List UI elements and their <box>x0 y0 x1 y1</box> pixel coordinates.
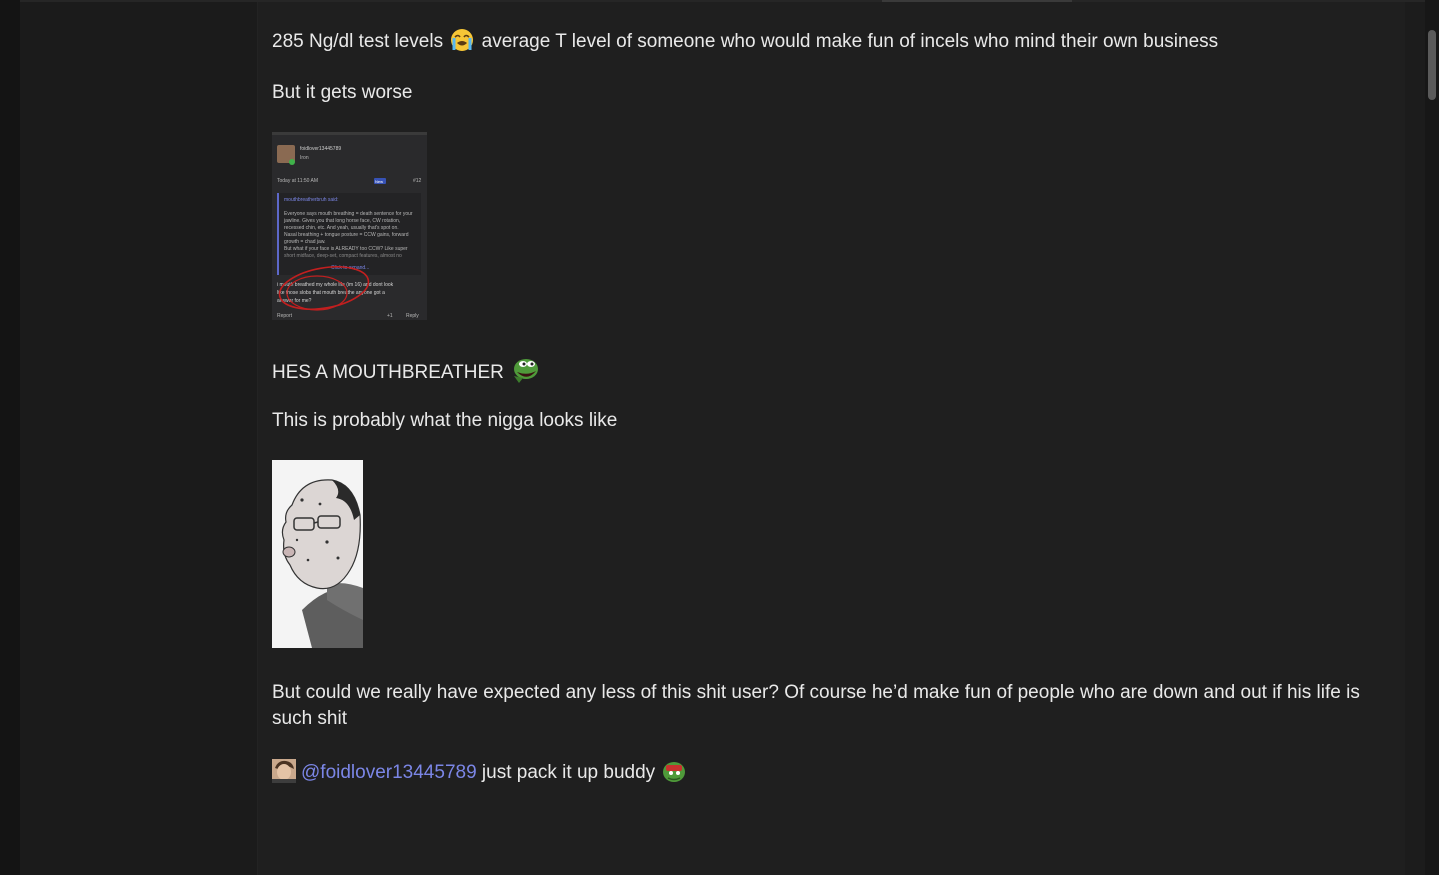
screenshot-quote-line: jawline. Gives you that long horse face,… <box>284 218 401 224</box>
sob-emoji-icon <box>451 29 474 51</box>
screenshot-quote-line: Everyone says mouth breathing = death se… <box>284 211 413 217</box>
post-user-column <box>20 0 258 875</box>
screenshot-timestamp: Today at 11:50 AM <box>277 178 319 184</box>
post-paragraph-5: But could we really have expected any le… <box>272 682 1360 729</box>
mouthbreather-text: HES A MOUTHBREATHER <box>272 362 504 383</box>
post-paragraph-6: @foidlover13445789 just pack it up buddy <box>272 759 688 786</box>
screenshot-attachment[interactable]: foidlover13445789 Iron Today at 11:50 AM… <box>272 132 427 320</box>
left-gutter <box>0 0 20 875</box>
screenshot-like-count: +1 <box>387 313 393 319</box>
screenshot-quote-line: growth = chad jaw. <box>284 239 326 245</box>
screenshot-quote-line: But what if your face is ALREADY too CCW… <box>284 246 408 252</box>
scrollbar-thumb[interactable] <box>1428 30 1436 100</box>
pack-it-up-text: just pack it up buddy <box>481 762 656 783</box>
pepe-cope-emoji-icon <box>663 762 686 782</box>
screenshot-online-dot <box>289 159 295 165</box>
mention-avatar-icon <box>272 759 296 783</box>
screenshot-quote-line: recessed chin, etc. And yeah, usually th… <box>284 225 399 231</box>
average-t-level-text: average T level of someone who would mak… <box>481 31 1219 52</box>
screenshot-quote-line: short midface, deep-set, compact feature… <box>284 253 402 259</box>
wojak-image[interactable] <box>272 460 363 648</box>
screenshot-post-number: #12 <box>413 178 422 184</box>
post-body-column <box>258 0 1405 875</box>
top-divider <box>20 0 1425 2</box>
forum-page: 285 Ng/dl test levels average T level of… <box>0 0 1439 875</box>
wojak-drawing-icon <box>272 460 363 648</box>
screenshot-role: Iron <box>300 155 309 161</box>
vertical-scrollbar[interactable] <box>1425 0 1439 875</box>
post-paragraph-4: This is probably what the nigga looks li… <box>272 410 618 431</box>
post-paragraph-3: HES A MOUTHBREATHER <box>272 356 541 386</box>
right-rail <box>1405 0 1425 875</box>
screenshot-username: foidlover13445789 <box>300 146 342 152</box>
screenshot-quote-author: mouthbreatherbruh said: <box>284 197 339 203</box>
post-paragraph-2: But it gets worse <box>272 82 413 103</box>
user-mention-link[interactable]: @foidlover13445789 <box>301 762 477 783</box>
screenshot-new-label: New <box>375 179 384 184</box>
screenshot-quote-line: Nasal breathing + tongue posture = CCW g… <box>284 232 409 238</box>
test-levels-text: 285 Ng/dl test levels <box>272 31 444 52</box>
post-paragraph-1: 285 Ng/dl test levels average T level of… <box>272 28 1218 55</box>
screenshot-reply-button: Reply <box>406 313 419 319</box>
pepe-scream-emoji-icon <box>514 359 539 383</box>
red-circle-annotation-icon <box>278 266 370 311</box>
screenshot-report-label: Report <box>277 313 293 319</box>
